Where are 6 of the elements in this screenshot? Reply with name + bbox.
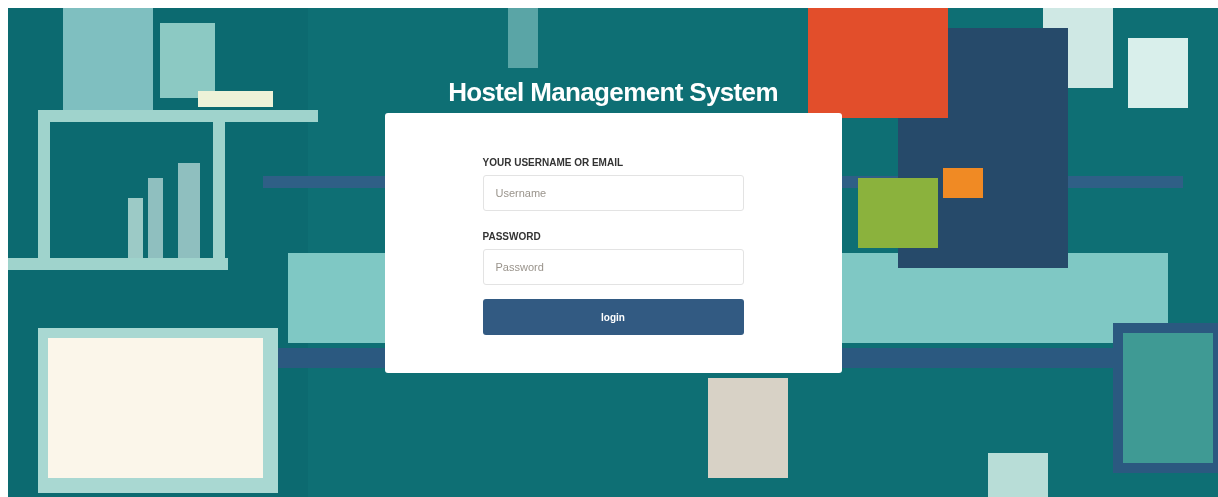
field-label: PASSWORD — [482, 231, 542, 243]
field-label: YOUR USERNAME OR EMAIL — [482, 157, 625, 169]
input-field[interactable]: Username — [482, 175, 744, 211]
login-button[interactable]: login — [482, 299, 744, 335]
input-field[interactable]: Password — [482, 249, 744, 285]
page-title: Hostel Management System — [448, 76, 778, 108]
